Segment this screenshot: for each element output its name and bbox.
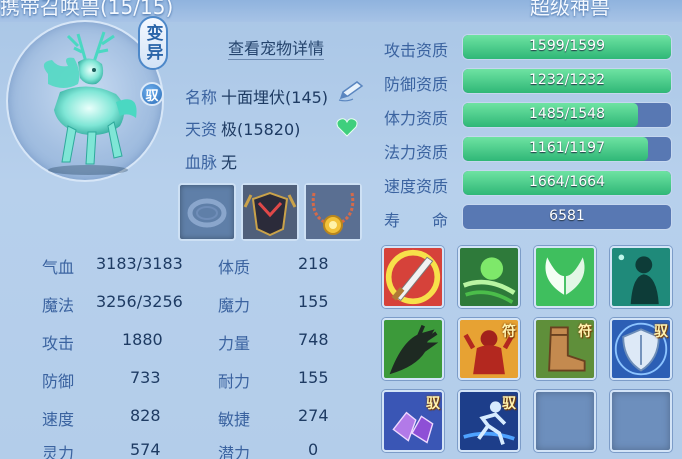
top-bar: 携带召唤兽(15/15) 超级神兽	[0, 0, 682, 22]
aptitude-label: 速度资质	[384, 177, 449, 196]
skill-tag: 驭	[654, 324, 668, 340]
hp-label: 气血	[42, 258, 75, 277]
skill-slot[interactable]	[382, 246, 444, 308]
mp-label: 魔法	[42, 296, 75, 315]
aptitude-bar: 1599/1599	[462, 34, 672, 60]
skill-slot[interactable]	[610, 246, 672, 308]
skill-slot[interactable]	[534, 246, 596, 308]
aptitude-value: 1664/1664	[529, 174, 605, 190]
con-value: 218	[298, 254, 329, 273]
green-spirit-icon	[460, 248, 518, 306]
name-label: 名称	[185, 88, 218, 107]
aptitude-value: 1161/1197	[529, 140, 605, 156]
pet-name-value: 十面埋伏(145)	[221, 88, 329, 107]
aptitude-label: 攻击资质	[384, 41, 449, 60]
skill-slot[interactable]	[382, 318, 444, 380]
view-pet-details-link[interactable]: 查看宠物详情	[228, 35, 325, 60]
talent-row: 天资 极(15820)	[185, 116, 300, 140]
bloodline-value: 无	[221, 153, 238, 172]
aptitude-bar: 1232/1232	[462, 68, 672, 94]
armor-icon	[243, 185, 297, 239]
skill-slot[interactable]: 符	[458, 318, 520, 380]
def-value: 733	[130, 368, 161, 387]
pet-name-row: 名称 十面埋伏(145)	[185, 84, 328, 108]
spd-label: 速度	[42, 410, 75, 429]
mp-value: 3256/3256	[96, 292, 183, 311]
aptitude-bar: 1161/1197	[462, 136, 672, 162]
aptitude-bar: 1664/1664	[462, 170, 672, 196]
talent-value: 极(15820)	[221, 120, 301, 139]
heart-icon[interactable]	[336, 117, 358, 137]
equip-slot-collar[interactable]	[178, 183, 236, 241]
super-beast-tab[interactable]: 超级神兽	[530, 0, 610, 20]
aptitude-value: 1599/1599	[529, 38, 605, 54]
spirit-label: 灵力	[42, 444, 75, 459]
atk-label: 攻击	[42, 334, 75, 353]
aptitude-label: 寿 命	[384, 211, 449, 230]
mag-value: 155	[298, 292, 329, 311]
spirit-value: 574	[130, 440, 161, 459]
aptitude-value: 1485/1548	[529, 106, 605, 122]
skill-slot[interactable]: 驭	[458, 390, 520, 452]
skill-tag: 符	[502, 324, 516, 340]
skill-tag: 驭	[502, 396, 516, 412]
end-value: 155	[298, 368, 329, 387]
def-label: 防御	[42, 372, 75, 391]
hp-value: 3183/3183	[96, 254, 183, 273]
agi-label: 敏捷	[218, 410, 251, 429]
skill-tag: 驭	[426, 396, 440, 412]
aptitude-bar: 6581	[462, 204, 672, 230]
spd-value: 828	[130, 406, 161, 425]
bloodline-row: 血脉无	[185, 149, 237, 173]
aptitude-value: 6581	[549, 208, 585, 224]
hp-row: 气血	[42, 254, 74, 278]
aptitude-label: 法力资质	[384, 143, 449, 162]
aptitude-value: 1232/1232	[529, 72, 605, 88]
atk-value: 1880	[122, 330, 163, 349]
aptitude-label: 防御资质	[384, 75, 449, 94]
necklace-icon	[306, 185, 360, 239]
aptitude-bar: 1485/1548	[462, 102, 672, 128]
equip-slot-armor[interactable]	[241, 183, 299, 241]
yu-badge: 驭	[140, 82, 164, 106]
sword-strike-icon	[384, 248, 442, 306]
pot-value: 0	[308, 440, 319, 459]
skill-slot[interactable]	[458, 246, 520, 308]
equip-slot-necklace[interactable]	[304, 183, 362, 241]
variant-badge: 变异	[138, 16, 168, 70]
dark-hand-icon	[384, 320, 442, 378]
skill-tag: 符	[578, 324, 592, 340]
talent-label: 天资	[185, 120, 218, 139]
skill-slot[interactable]: 驭	[382, 390, 444, 452]
collar-icon	[187, 198, 227, 228]
end-label: 耐力	[218, 372, 251, 391]
str-label: 力量	[218, 334, 251, 353]
skill-slot[interactable]: 驭	[610, 318, 672, 380]
skill-slot[interactable]: 符	[534, 318, 596, 380]
aptitude-label: 体力资质	[384, 109, 449, 128]
empty-skill-slot[interactable]	[610, 390, 672, 452]
shadow-figure-icon	[612, 248, 670, 306]
bloodline-label: 血脉	[185, 153, 218, 172]
con-label: 体质	[218, 258, 251, 277]
empty-skill-slot[interactable]	[534, 390, 596, 452]
rename-pencil-icon[interactable]	[337, 80, 365, 102]
white-wings-icon	[536, 248, 594, 306]
str-value: 748	[298, 330, 329, 349]
pot-label: 潜力	[218, 444, 251, 459]
mag-label: 魔力	[218, 296, 251, 315]
agi-value: 274	[298, 406, 329, 425]
